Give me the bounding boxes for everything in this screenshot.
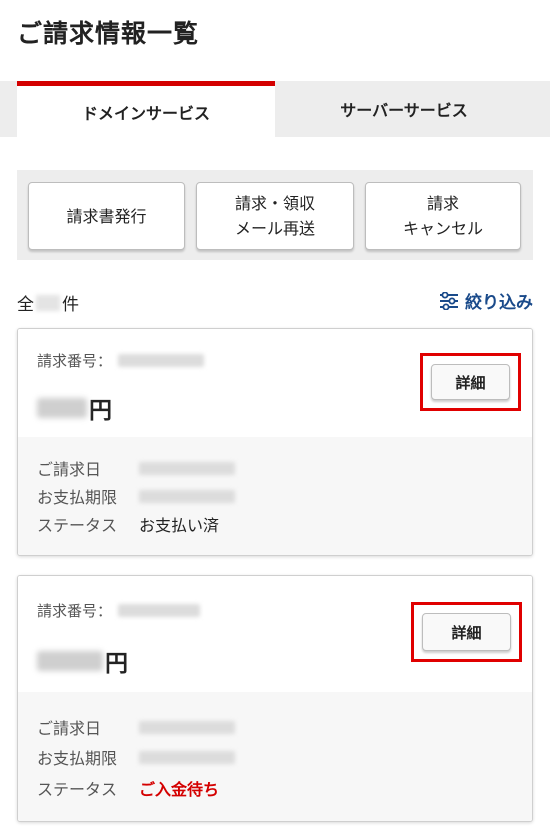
info-row-due-date: お支払期限 xyxy=(37,746,235,768)
info-row-billing-date: ご請求日 xyxy=(37,716,235,738)
cancel-invoice-button[interactable]: 請求 キャンセル xyxy=(365,182,521,250)
count-suffix: 件 xyxy=(62,295,79,315)
info-row-due-date: お支払期限 xyxy=(37,485,235,507)
info-key: お支払期限 xyxy=(37,488,118,507)
count-prefix: 全 xyxy=(17,295,34,315)
invoice-card: 請求番号： 円 詳細 ご請求日 お支払期限 ステータス ご入金待ち xyxy=(17,575,533,822)
invoice-number-redacted xyxy=(118,604,201,617)
invoice-number-redacted xyxy=(118,354,205,367)
due-date-redacted xyxy=(139,750,235,764)
invoice-summary: 請求番号： 円 詳細 xyxy=(18,329,532,437)
count-value-redacted xyxy=(36,294,60,311)
page-title: ご請求情報一覧 xyxy=(17,19,200,48)
result-count: 全 件 xyxy=(17,290,79,315)
status-badge: ご入金待ち xyxy=(139,780,220,799)
info-key: ステータス xyxy=(37,516,118,535)
info-key: ご請求日 xyxy=(37,460,102,479)
invoice-details: ご請求日 お支払期限 ステータス ご入金待ち xyxy=(18,692,532,821)
detail-highlight: 詳細 xyxy=(411,602,522,662)
invoice-number: 請求番号： xyxy=(37,600,201,621)
invoice-card: 請求番号： 円 詳細 ご請求日 お支払期限 ステータス お支払い済 xyxy=(17,328,533,556)
info-key: お支払期限 xyxy=(37,749,118,768)
invoice-number-label: 請求番号： xyxy=(37,602,113,620)
amount-unit: 円 xyxy=(89,398,112,424)
action-bar: 請求書発行 請求・領収 メール再送 請求 キャンセル xyxy=(17,170,533,260)
billing-date-redacted xyxy=(139,720,235,734)
tab-domain-service[interactable]: ドメインサービス xyxy=(17,81,275,137)
info-key: ステータス xyxy=(37,780,118,799)
invoice-amount: 円 xyxy=(37,391,112,425)
invoice-amount: 円 xyxy=(37,644,128,678)
invoice-number: 請求番号： xyxy=(37,350,205,371)
resend-mail-button[interactable]: 請求・領収 メール再送 xyxy=(196,182,354,250)
filter-label: 絞り込み xyxy=(465,293,533,313)
detail-button[interactable]: 詳細 xyxy=(422,613,511,651)
due-date-redacted xyxy=(139,489,235,503)
sliders-icon xyxy=(440,291,458,310)
status-badge: お支払い済 xyxy=(139,516,220,535)
invoice-number-label: 請求番号： xyxy=(37,352,113,370)
invoice-summary: 請求番号： 円 詳細 xyxy=(18,576,532,692)
info-row-status: ステータス ご入金待ち xyxy=(37,777,219,799)
info-row-billing-date: ご請求日 xyxy=(37,457,235,479)
invoice-details: ご請求日 お支払期限 ステータス お支払い済 xyxy=(18,437,532,555)
filter-button[interactable]: 絞り込み xyxy=(439,288,533,313)
service-tabs: ドメインサービス サーバーサービス xyxy=(0,81,550,137)
detail-button[interactable]: 詳細 xyxy=(431,364,510,400)
billing-date-redacted xyxy=(139,461,235,475)
info-key: ご請求日 xyxy=(37,719,102,738)
issue-invoice-button[interactable]: 請求書発行 xyxy=(28,182,185,250)
info-row-status: ステータス お支払い済 xyxy=(37,513,219,535)
amount-value-redacted xyxy=(37,398,87,418)
amount-value-redacted xyxy=(37,651,103,671)
amount-unit: 円 xyxy=(105,651,128,677)
tab-server-service[interactable]: サーバーサービス xyxy=(275,81,533,137)
detail-highlight: 詳細 xyxy=(420,353,521,411)
